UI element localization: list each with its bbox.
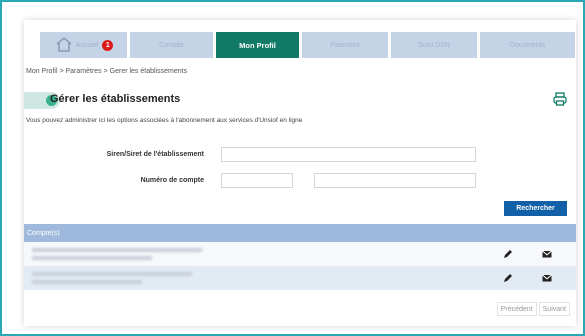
tab-compte[interactable]: Compte xyxy=(130,32,213,58)
breadcrumb[interactable]: Mon Profil > Paramètres > Gerer les étab… xyxy=(26,68,187,75)
tab-suivi-dsn[interactable]: Suivi DSN xyxy=(391,32,477,58)
redacted-text xyxy=(32,248,202,252)
screenshot-frame: Accueil 1 Compte Mon Profil Paiement Sui… xyxy=(0,0,585,336)
account-key-input[interactable] xyxy=(314,173,476,188)
next-page-button[interactable]: Suivant xyxy=(538,302,570,316)
table-row xyxy=(24,266,576,290)
pencil-icon[interactable] xyxy=(502,248,514,260)
pencil-icon[interactable] xyxy=(502,272,514,284)
title-row: Gérer les établissements xyxy=(24,90,576,112)
pagination: Précédent Suivant xyxy=(496,302,570,316)
tab-mon-profil[interactable]: Mon Profil xyxy=(216,32,299,58)
main-panel: Accueil 1 Compte Mon Profil Paiement Sui… xyxy=(24,20,576,326)
redacted-text xyxy=(32,280,142,284)
main-nav: Accueil 1 Compte Mon Profil Paiement Sui… xyxy=(40,32,576,58)
print-icon[interactable] xyxy=(552,91,568,107)
siren-input[interactable] xyxy=(221,147,476,162)
envelope-icon[interactable] xyxy=(541,248,553,260)
account-number-label: Numéro de compte xyxy=(140,177,204,184)
redacted-text xyxy=(32,256,152,260)
tab-accueil[interactable]: Accueil 1 xyxy=(40,32,127,58)
previous-page-button[interactable]: Précédent xyxy=(496,302,537,316)
tab-documents-label: Documents xyxy=(509,41,546,49)
tab-documents[interactable]: Documents xyxy=(480,32,575,58)
home-icon xyxy=(56,37,72,52)
table-row xyxy=(24,242,576,266)
accounts-column-header: Compte(s) xyxy=(27,229,60,237)
accounts-table-header: Compte(s) xyxy=(24,224,576,242)
tab-paiement-label: Paiement xyxy=(330,41,360,49)
page-description: Vous pouvez administrer ici les options … xyxy=(26,117,303,124)
tab-mon-profil-label: Mon Profil xyxy=(239,40,276,50)
envelope-icon[interactable] xyxy=(541,272,553,284)
tab-accueil-label: Accueil xyxy=(75,41,99,49)
tab-compte-label: Compte xyxy=(159,41,184,49)
account-number-input[interactable] xyxy=(221,173,293,188)
redacted-text xyxy=(32,272,192,276)
notification-badge: 1 xyxy=(102,39,114,51)
tab-paiement[interactable]: Paiement xyxy=(302,32,388,58)
search-button[interactable]: Rechercher xyxy=(504,201,567,216)
page-title: Gérer les établissements xyxy=(50,93,181,105)
tab-suivi-dsn-label: Suivi DSN xyxy=(418,41,450,49)
siren-label: Siren/Siret de l'établissement xyxy=(106,151,204,158)
